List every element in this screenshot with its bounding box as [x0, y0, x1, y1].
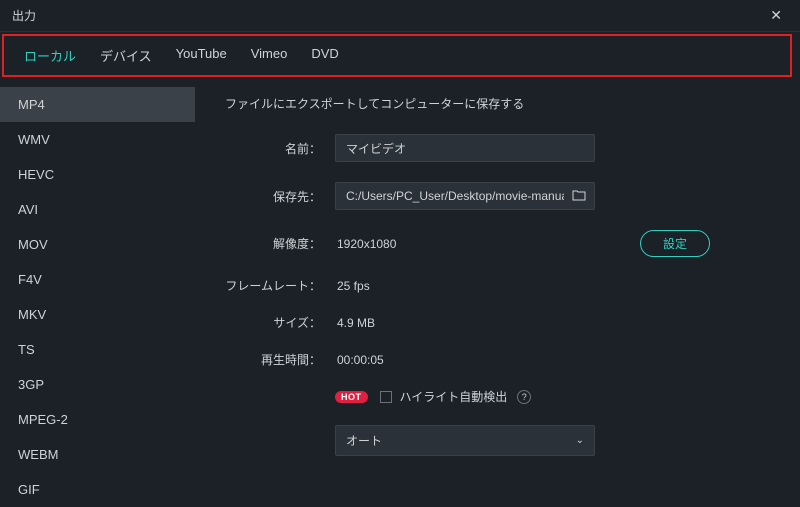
tab-local[interactable]: ローカル — [12, 42, 88, 69]
close-icon[interactable]: ✕ — [764, 5, 788, 26]
value-duration: 00:00:05 — [335, 353, 384, 367]
tabbar-highlight: ローカル デバイス YouTube Vimeo DVD — [2, 34, 792, 77]
format-item-f4v[interactable]: F4V — [0, 262, 195, 297]
label-size: サイズ： — [225, 314, 335, 331]
main-panel: ファイルにエクスポートしてコンピューターに保存する 名前： 保存先： C:/Us… — [195, 77, 800, 507]
format-item-mov[interactable]: MOV — [0, 227, 195, 262]
content: MP4 WMV HEVC AVI MOV F4V MKV TS 3GP MPEG… — [0, 77, 800, 507]
titlebar: 出力 ✕ — [0, 0, 800, 32]
tab-youtube[interactable]: YouTube — [164, 42, 239, 69]
format-item-hevc[interactable]: HEVC — [0, 157, 195, 192]
format-item-mpeg2[interactable]: MPEG-2 — [0, 402, 195, 437]
highlight-label: ハイライト自動検出 — [400, 388, 508, 405]
tabbar: ローカル デバイス YouTube Vimeo DVD — [4, 36, 790, 75]
path-input[interactable]: C:/Users/PC_User/Desktop/movie-manual.t — [336, 183, 564, 209]
settings-button[interactable]: 設定 — [640, 230, 710, 257]
highlight-mode-select[interactable]: オート ⌄ — [335, 425, 595, 456]
select-value: オート — [346, 432, 382, 449]
highlight-checkbox[interactable] — [380, 391, 392, 403]
row-framerate: フレームレート： 25 fps — [225, 277, 770, 294]
label-name: 名前： — [225, 140, 335, 157]
path-field: C:/Users/PC_User/Desktop/movie-manual.t — [335, 182, 595, 210]
row-name: 名前： — [225, 134, 770, 162]
tab-dvd[interactable]: DVD — [299, 42, 350, 69]
window-title: 出力 — [12, 7, 36, 24]
format-item-mkv[interactable]: MKV — [0, 297, 195, 332]
row-size: サイズ： 4.9 MB — [225, 314, 770, 331]
row-duration: 再生時間： 00:00:05 — [225, 351, 770, 368]
format-item-ts[interactable]: TS — [0, 332, 195, 367]
row-highlight: HOT ハイライト自動検出 ? — [225, 388, 770, 405]
row-saveto: 保存先： C:/Users/PC_User/Desktop/movie-manu… — [225, 182, 770, 210]
format-item-3gp[interactable]: 3GP — [0, 367, 195, 402]
label-duration: 再生時間： — [225, 351, 335, 368]
value-size: 4.9 MB — [335, 316, 375, 330]
folder-icon[interactable] — [564, 185, 594, 208]
export-description: ファイルにエクスポートしてコンピューターに保存する — [225, 95, 770, 112]
format-item-mp4[interactable]: MP4 — [0, 87, 195, 122]
label-framerate: フレームレート： — [225, 277, 335, 294]
row-resolution: 解像度： 1920x1080 設定 — [225, 230, 770, 257]
chevron-down-icon: ⌄ — [576, 435, 584, 446]
format-item-webm[interactable]: WEBM — [0, 437, 195, 472]
hot-badge: HOT — [335, 391, 368, 403]
help-icon[interactable]: ? — [517, 390, 531, 404]
name-input[interactable] — [335, 134, 595, 162]
format-item-gif[interactable]: GIF — [0, 472, 195, 507]
format-sidebar: MP4 WMV HEVC AVI MOV F4V MKV TS 3GP MPEG… — [0, 77, 195, 507]
row-dropdown: オート ⌄ — [225, 425, 770, 456]
label-saveto: 保存先： — [225, 188, 335, 205]
tab-vimeo[interactable]: Vimeo — [239, 42, 300, 69]
format-item-avi[interactable]: AVI — [0, 192, 195, 227]
value-resolution: 1920x1080 — [335, 237, 396, 251]
format-item-wmv[interactable]: WMV — [0, 122, 195, 157]
tab-device[interactable]: デバイス — [88, 42, 164, 69]
label-resolution: 解像度： — [225, 235, 335, 252]
value-framerate: 25 fps — [335, 279, 370, 293]
